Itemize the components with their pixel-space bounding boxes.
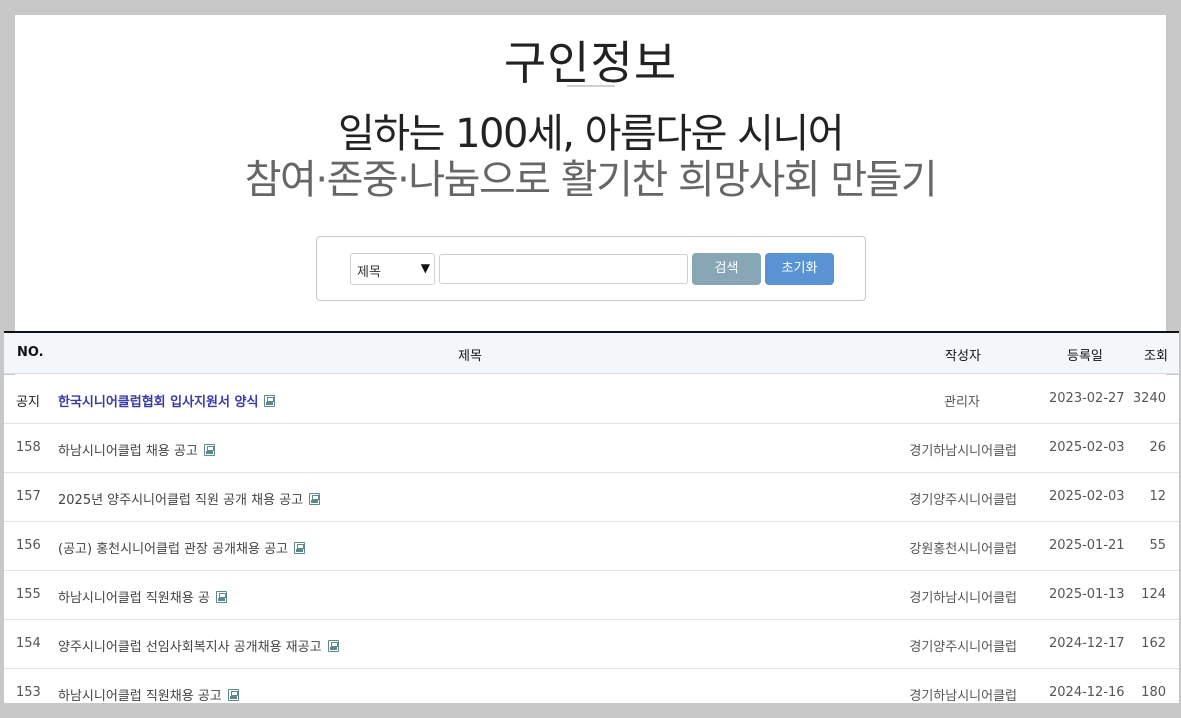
row-views: 12 bbox=[1149, 489, 1166, 504]
row-author: 경기하남시니어클럽 bbox=[909, 444, 1017, 459]
table-row[interactable]: 153 하남시니어클럽 직원채용 공고 경기하남시니어클럽 2024-12-16… bbox=[4, 669, 1179, 703]
row-no: 155 bbox=[16, 587, 41, 602]
header-no: NO. bbox=[17, 345, 44, 360]
row-title-link[interactable]: 하남시니어클럽 직원채용 공 bbox=[58, 587, 227, 606]
table-row[interactable]: 155 하남시니어클럽 직원채용 공 경기하남시니어클럽 2025-01-13 … bbox=[4, 571, 1179, 620]
table-row[interactable]: 158 하남시니어클럽 채용 공고 경기하남시니어클럽 2025-02-03 2… bbox=[4, 424, 1179, 473]
row-date: 2025-02-03 bbox=[1049, 440, 1125, 455]
row-date: 2024-12-16 bbox=[1049, 685, 1125, 700]
page-title: 구인정보 bbox=[503, 36, 678, 90]
search-panel: 제목 ▼ 검색 초기화 bbox=[316, 236, 866, 301]
header-title: 제목 bbox=[458, 349, 482, 364]
file-attachment-icon bbox=[309, 493, 321, 505]
row-no: 공지 bbox=[16, 395, 40, 410]
file-attachment-icon bbox=[227, 689, 239, 701]
table-row[interactable]: 157 2025년 양주시니어클럽 직원 공개 채용 공고 경기양주시니어클럽 … bbox=[4, 473, 1179, 522]
row-no: 158 bbox=[16, 440, 41, 455]
row-no: 153 bbox=[16, 685, 41, 700]
row-date: 2024-12-17 bbox=[1049, 636, 1125, 651]
row-views: 124 bbox=[1141, 587, 1166, 602]
row-date: 2023-02-27 bbox=[1049, 391, 1125, 406]
row-author: 경기양주시니어클럽 bbox=[909, 493, 1017, 508]
row-title-link[interactable]: 하남시니어클럽 직원채용 공고 bbox=[58, 685, 239, 703]
row-author: 경기양주시니어클럽 bbox=[909, 640, 1017, 655]
row-author: 관리자 bbox=[944, 395, 980, 410]
header-date: 등록일 bbox=[1067, 349, 1103, 364]
title-divider bbox=[567, 85, 615, 87]
file-attachment-icon bbox=[294, 542, 305, 554]
row-author: 강원홍천시니어클럽 bbox=[909, 542, 1017, 557]
job-posting-table: NO. 제목 작성자 등록일 조회 공지 한국시니어클럽협회 입사지원서 양식 … bbox=[4, 331, 1179, 703]
search-button[interactable]: 검색 bbox=[692, 253, 761, 285]
chevron-down-icon: ▼ bbox=[420, 261, 430, 275]
header-views: 조회 bbox=[1144, 349, 1168, 364]
row-title-link[interactable]: 한국시니어클럽협회 입사지원서 양식 bbox=[58, 391, 276, 410]
row-title-link[interactable]: (공고) 홍천시니어클럽 관장 공개채용 공고 bbox=[58, 538, 305, 557]
row-title-link[interactable]: 하남시니어클럽 채용 공고 bbox=[58, 440, 215, 459]
row-no: 157 bbox=[16, 489, 41, 504]
table-row[interactable]: 156 (공고) 홍천시니어클럽 관장 공개채용 공고 강원홍천시니어클럽 20… bbox=[4, 522, 1179, 571]
row-date: 2025-02-03 bbox=[1049, 489, 1125, 504]
reset-button[interactable]: 초기화 bbox=[765, 253, 834, 285]
row-title-link[interactable]: 양주시니어클럽 선임사회복지사 공개채용 재공고 bbox=[58, 636, 339, 655]
search-input[interactable] bbox=[439, 254, 688, 284]
row-views: 26 bbox=[1149, 440, 1166, 455]
search-field-select-value: 제목 bbox=[357, 265, 381, 280]
row-views: 162 bbox=[1141, 636, 1166, 651]
row-views: 55 bbox=[1149, 538, 1166, 553]
table-row-notice[interactable]: 공지 한국시니어클럽협회 입사지원서 양식 관리자 2023-02-27 324… bbox=[4, 375, 1179, 424]
row-author: 경기하남시니어클럽 bbox=[909, 689, 1017, 703]
row-no: 154 bbox=[16, 636, 41, 651]
row-views: 180 bbox=[1141, 685, 1166, 700]
row-date: 2025-01-21 bbox=[1049, 538, 1125, 553]
file-attachment-icon bbox=[264, 395, 276, 407]
row-author: 경기하남시니어클럽 bbox=[909, 591, 1017, 606]
row-date: 2025-01-13 bbox=[1049, 587, 1125, 602]
slogan-line-2: 참여·존중·나눔으로 활기찬 희망사회 만들기 bbox=[244, 157, 938, 203]
file-attachment-icon bbox=[215, 591, 227, 603]
row-title-link[interactable]: 2025년 양주시니어클럽 직원 공개 채용 공고 bbox=[58, 489, 321, 508]
row-views: 3240 bbox=[1132, 391, 1166, 406]
row-no: 156 bbox=[16, 538, 41, 553]
file-attachment-icon bbox=[327, 640, 339, 652]
search-field-select[interactable]: 제목 ▼ bbox=[350, 253, 435, 285]
table-row[interactable]: 154 양주시니어클럽 선임사회복지사 공개채용 재공고 경기양주시니어클럽 2… bbox=[4, 620, 1179, 669]
table-header: NO. 제목 작성자 등록일 조회 bbox=[4, 333, 1179, 374]
file-attachment-icon bbox=[203, 444, 215, 456]
header-author: 작성자 bbox=[945, 349, 981, 364]
